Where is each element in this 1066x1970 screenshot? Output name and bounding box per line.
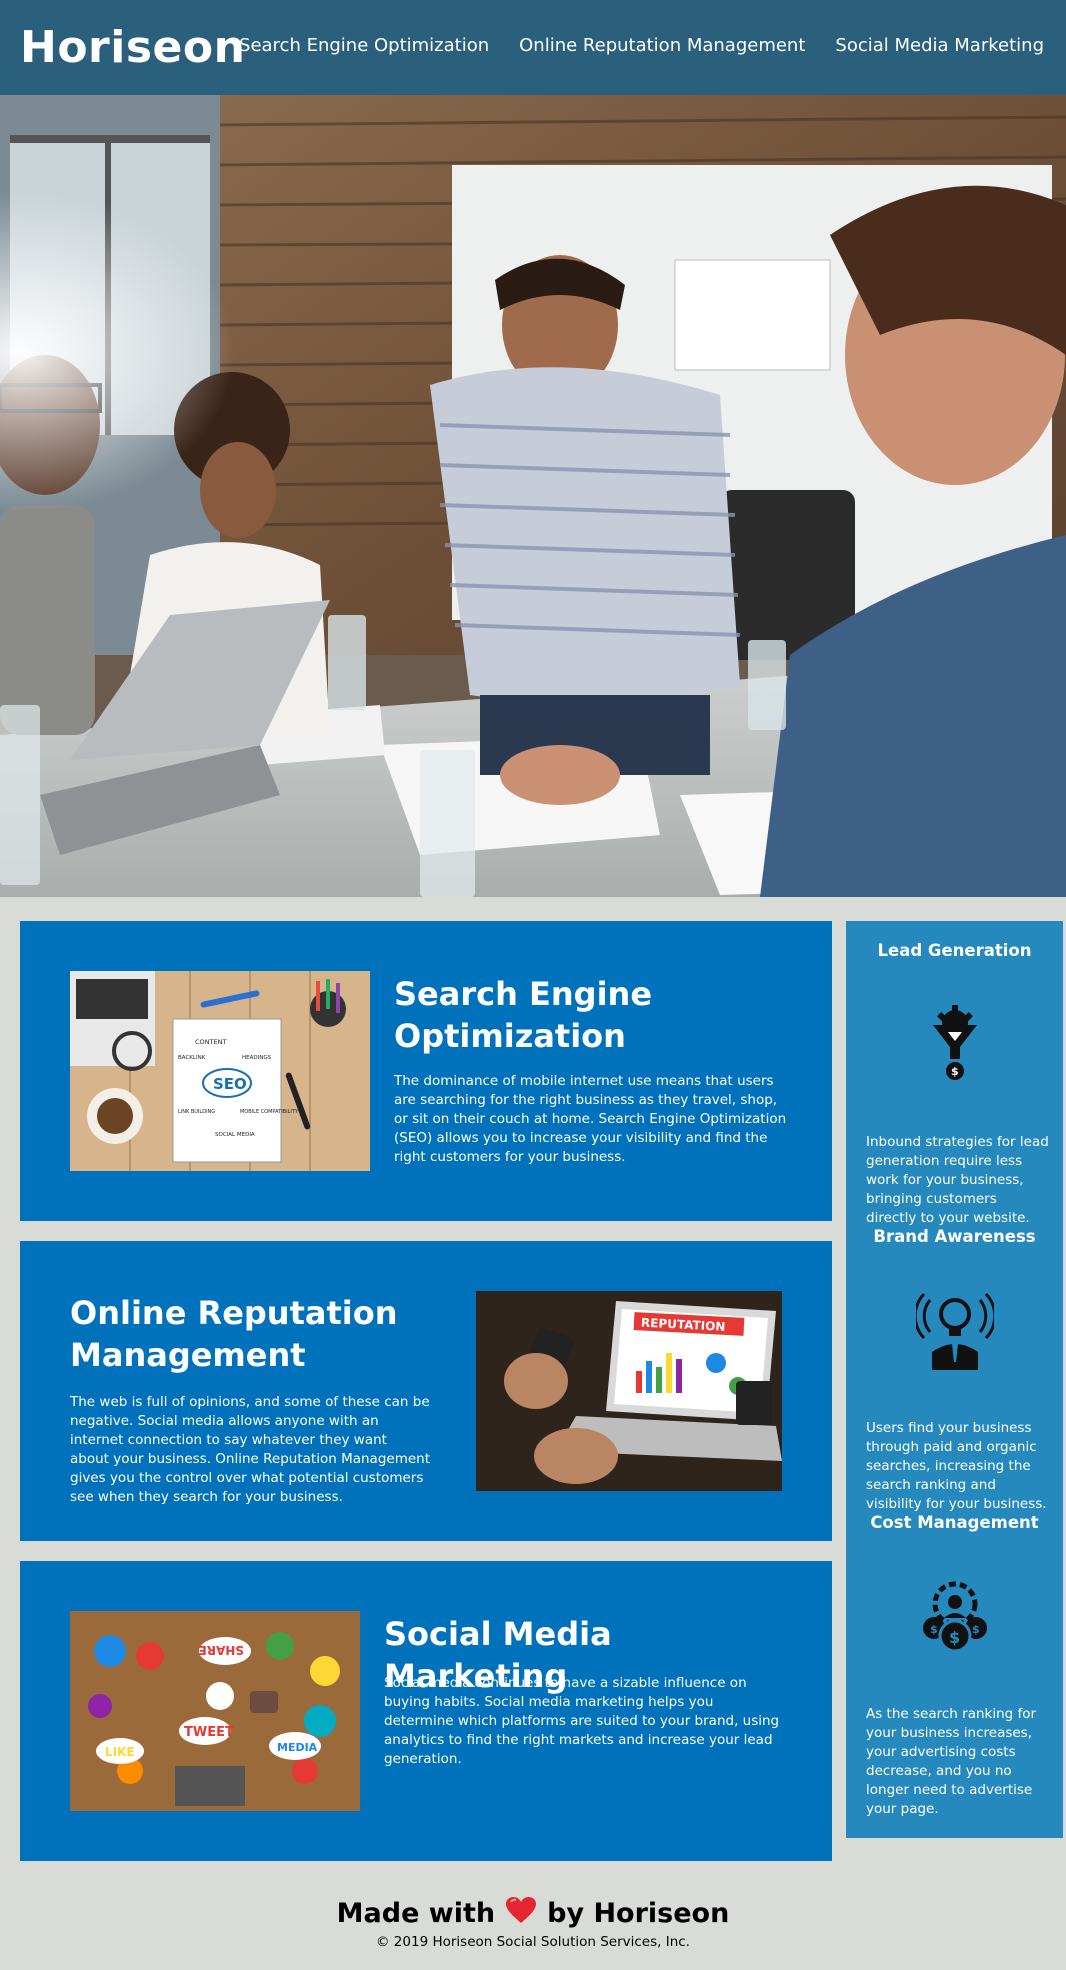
nav-link-seo[interactable]: Search Engine Optimization <box>239 34 489 58</box>
social-media-illustration: SHARE TWEET LIKE MEDIA <box>70 1611 360 1811</box>
nav-link-social-media[interactable]: Social Media Marketing <box>835 34 1044 58</box>
reputation-image: REPUTATION <box>476 1291 782 1491</box>
social-media-image: SHARE TWEET LIKE MEDIA <box>70 1611 360 1811</box>
social-image-label: LIKE <box>105 1745 135 1759</box>
reputation-description: The web is full of opinions, and some of… <box>70 1394 430 1505</box>
main-nav: Search Engine Optimization Online Reputa… <box>239 34 1044 58</box>
heart-icon <box>505 1896 537 1933</box>
svg-text:$: $ <box>930 1623 938 1636</box>
seo-image-label: BACKLINK <box>178 1055 206 1061</box>
cost-gear-coins-icon: $ $ $ <box>916 1578 994 1656</box>
reputation-title: Online Reputation Management <box>70 1294 398 1374</box>
footer-made-with: Made with by Horiseon <box>0 1896 1066 1933</box>
lead-generation-title: Lead Generation <box>877 941 1032 960</box>
seo-image-label: SEO <box>213 1075 247 1093</box>
lead-funnel-icon: $ <box>916 1005 994 1083</box>
svg-text:$: $ <box>972 1623 980 1636</box>
hero-image <box>0 95 1066 897</box>
brand-lightbulb-icon <box>913 1292 997 1370</box>
social-image-label: SHARE <box>199 1643 244 1657</box>
seo-image: CONTENT BACKLINK HEADINGS SEO LINK BUILD… <box>70 971 370 1171</box>
site-header: Horiseon Search Engine Optimization Onli… <box>0 0 1066 95</box>
nav-link-reputation[interactable]: Online Reputation Management <box>519 34 805 58</box>
seo-image-label: MOBILE COMPATIBILITY <box>240 1109 299 1115</box>
svg-text:$: $ <box>949 1628 960 1647</box>
brand-awareness-title: Brand Awareness <box>873 1227 1036 1246</box>
card-reputation: Online Reputation Management The web is … <box>20 1241 832 1541</box>
social-image-label: TWEET <box>184 1725 234 1740</box>
seo-image-label: CONTENT <box>195 1038 226 1046</box>
cost-management-text: As the search ranking for your business … <box>866 1706 1037 1817</box>
seo-description: The dominance of mobile internet use mea… <box>394 1073 787 1165</box>
footer-copyright: © 2019 Horiseon Social Solution Services… <box>376 1934 690 1950</box>
seo-image-label: LINK BUILDING <box>178 1109 215 1115</box>
seo-image-label: HEADINGS <box>242 1055 272 1061</box>
footer-made-suffix: by Horiseon <box>547 1898 730 1929</box>
site-logo[interactable]: Horiseon <box>20 22 245 74</box>
lead-generation-text: Inbound strategies for lead generation r… <box>866 1134 1049 1226</box>
reputation-laptop-illustration: REPUTATION <box>476 1291 782 1491</box>
card-seo: CONTENT BACKLINK HEADINGS SEO LINK BUILD… <box>20 921 832 1221</box>
social-image-label: MEDIA <box>277 1741 318 1754</box>
seo-title: Search Engine Optimization <box>394 975 653 1055</box>
footer-made-prefix: Made with <box>336 1898 496 1929</box>
hero-office-meeting-photo <box>0 95 1066 897</box>
card-social-media: SHARE TWEET LIKE MEDIA Social Media Mark… <box>20 1561 832 1861</box>
brand-awareness-text: Users find your business through paid an… <box>866 1420 1047 1512</box>
seo-desk-illustration: CONTENT BACKLINK HEADINGS SEO LINK BUILD… <box>70 971 370 1171</box>
cost-management-title: Cost Management <box>870 1513 1039 1532</box>
benefits-sidebar: Lead Generation $ Inbound strategies for… <box>846 921 1063 1838</box>
svg-text:$: $ <box>951 1065 959 1078</box>
seo-image-label: SOCIAL MEDIA <box>215 1132 255 1138</box>
site-footer: Made with by Horiseon © 2019 Horiseon Soc… <box>0 1896 1066 1951</box>
social-media-description: Social media continues to have a sizable… <box>384 1675 780 1767</box>
